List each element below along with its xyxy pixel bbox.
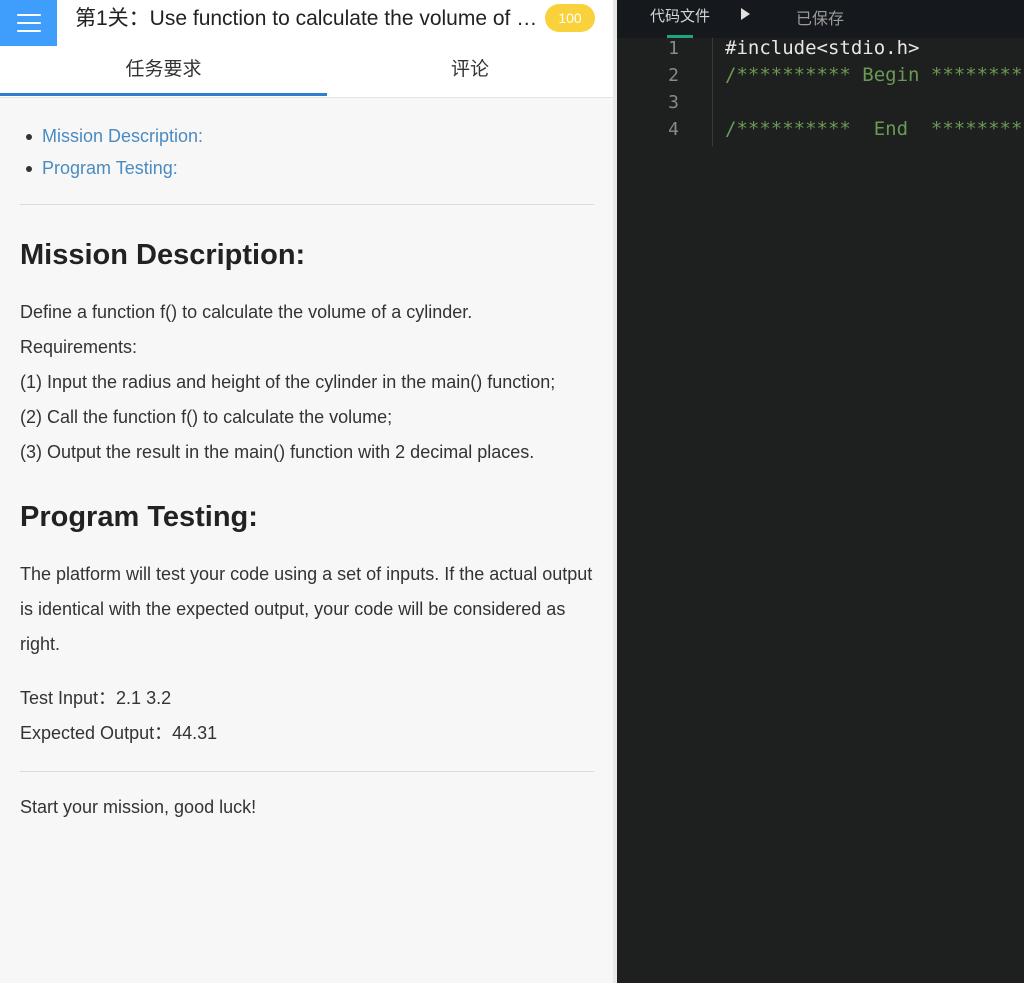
test-io: Test Input：2.1 3.2 Expected Output：44.31 [20, 681, 594, 751]
menu-button[interactable] [0, 0, 57, 46]
testing-heading: Program Testing: [20, 501, 258, 533]
mission-line: Requirements: [20, 337, 138, 357]
task-pane: 第1关：Use function to calculate the volume… [0, 0, 613, 983]
mission-line: (3) Output the result in the main() func… [20, 442, 535, 462]
active-tab-indicator [0, 93, 327, 96]
mission-line: (1) Input the radius and height of the c… [20, 372, 556, 392]
line-number: 4 [668, 119, 679, 140]
task-content: Mission Description: Program Testing: Mi… [20, 98, 594, 825]
code-line[interactable]: #include<stdio.h> [725, 37, 919, 59]
code-editor: 代码文件 已保存 1 2 3 4 #include<stdio.h> /****… [617, 0, 1024, 983]
page-title: 第1关：Use function to calculate the volume… [75, 7, 545, 30]
hamburger-icon [16, 14, 41, 16]
expected-output: Expected Output：44.31 [20, 723, 218, 743]
line-number: 1 [668, 38, 679, 59]
closing-text: Start your mission, good luck! [20, 797, 257, 817]
test-input: Test Input：2.1 3.2 [20, 688, 172, 708]
score-badge: 100 [545, 4, 595, 32]
toc-link-testing[interactable]: Program Testing: [42, 158, 178, 178]
mission-line: (2) Call the function f() to calculate t… [20, 407, 393, 427]
mission-description: Define a function f() to calculate the v… [20, 295, 594, 470]
line-number: 2 [668, 65, 679, 86]
mission-line: Define a function f() to calculate the v… [20, 302, 473, 322]
testing-paragraph: The platform will test your code using a… [20, 564, 593, 654]
divider [20, 204, 594, 205]
top-bar: 第1关：Use function to calculate the volume… [0, 0, 613, 46]
line-number: 3 [668, 92, 679, 113]
tab-task-requirements[interactable]: 任务要求 [0, 46, 327, 96]
code-line[interactable]: /********** Begin **********/ [725, 64, 1024, 86]
gutter-divider [712, 38, 713, 146]
table-of-contents: Mission Description: Program Testing: [20, 98, 594, 184]
save-status: 已保存 [796, 11, 845, 28]
tab-bar: 任务要求 评论 [0, 46, 613, 98]
play-icon[interactable] [741, 8, 750, 20]
divider [20, 771, 594, 772]
code-file-tab[interactable]: 代码文件 [650, 5, 710, 26]
mission-heading: Mission Description: [20, 239, 306, 271]
toc-link-mission[interactable]: Mission Description: [42, 126, 203, 146]
toc-item: Program Testing: [26, 152, 594, 184]
toc-item: Mission Description: [26, 120, 594, 152]
tab-comments[interactable]: 评论 [327, 46, 613, 96]
code-line[interactable]: /********** End **********/ [725, 118, 1024, 140]
editor-toolbar: 代码文件 已保存 [617, 0, 1024, 38]
